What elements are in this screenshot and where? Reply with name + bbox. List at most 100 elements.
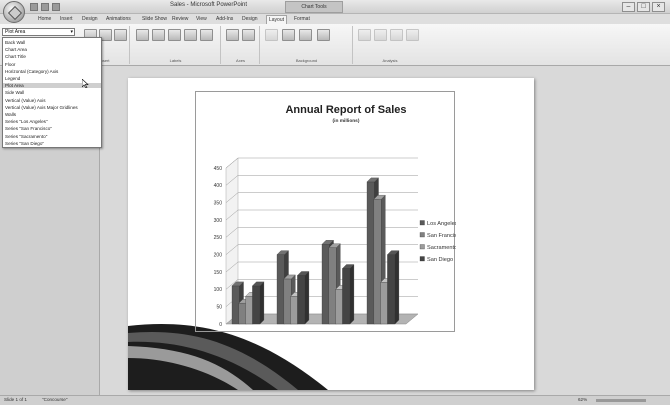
bar-front [276,254,285,325]
lines-icon[interactable] [374,29,387,41]
chart-element-list: Back Wall Chart Area Chart Title Floor Horiz… [2,37,102,148]
gridline [225,157,418,169]
bar-front [328,247,337,325]
tab-design[interactable]: Design [80,15,100,24]
tab-review[interactable]: Review [170,15,190,24]
group-label-labels: Labels [169,58,182,63]
bar-front [342,268,351,325]
chart-element-option[interactable]: Series "Sacramento" [5,134,47,139]
y-tick-label: 400 [214,183,223,189]
chart-tools-title: Chart Tools [285,1,343,13]
slide-counter: Slide 1 of 1 [4,397,27,402]
bar-front [297,275,306,325]
chart-element-option[interactable]: Floor [5,62,15,67]
tab-add-ins[interactable]: Add-Ins [214,15,235,24]
chart-element-option[interactable]: Series "Los Angeles" [5,119,48,124]
bar-side [349,264,355,325]
bar-front [387,254,396,325]
data-table-icon[interactable] [200,29,213,41]
chart-element-option[interactable]: Legend [5,76,20,81]
chart-object[interactable]: Annual Report of Sales (in millions) 0 50 10… [195,91,456,332]
legend-icon[interactable] [168,29,181,41]
error-bars-icon[interactable] [406,29,419,41]
chart-element-option[interactable]: Side Wall [5,90,24,95]
chart-element-value: Plot Area [5,29,26,35]
tab-animations[interactable]: Animations [104,15,133,24]
y-tick-label: 200 [214,252,223,258]
legend-swatch [419,232,425,238]
bar-front [252,285,261,325]
gridline [225,175,418,186]
y-tick-label: 450 [214,166,223,172]
redo-icon[interactable] [52,3,60,11]
group-label-analysis: Analysis [382,58,398,63]
bar-side [394,250,400,325]
text-box-icon[interactable] [114,29,127,41]
axis-titles-icon[interactable] [152,29,165,41]
chart-floor-icon[interactable] [299,29,312,41]
y-tick-label: 300 [214,218,223,224]
bar-front [366,181,375,325]
chart-element-option[interactable]: Series "San Diego" [5,141,44,146]
tab-layout[interactable]: Layout [266,15,288,24]
chart-element-option[interactable]: Chart Area [5,47,27,52]
y-tick-label: 50 [216,304,222,310]
data-labels-icon[interactable] [184,29,197,41]
legend-swatch [419,256,425,262]
chart-wall-icon[interactable] [282,29,295,41]
3d-rotation-icon[interactable] [317,29,330,41]
bar-front [231,285,240,325]
tab-view[interactable]: View [194,15,209,24]
legend-label: San Francisco [427,233,456,239]
undo-icon[interactable] [41,3,49,11]
tab-insert[interactable]: Insert [58,15,75,24]
ribbon-tab-bar: Home Insert Design Animations Slide Show… [0,14,670,24]
bar-side [304,271,310,325]
trendline-icon[interactable] [358,29,371,41]
gridlines-icon[interactable] [242,29,255,41]
tab-format[interactable]: Format [292,15,312,24]
chart-title-icon[interactable] [136,29,149,41]
bar-front [335,289,344,325]
minimize-icon[interactable]: – [622,2,635,12]
chart-element-option[interactable]: Vertical (Value) Axis Major Gridlines [5,105,78,110]
chart-element-option[interactable]: Back Wall [5,40,25,45]
plot-area-icon[interactable] [265,29,278,41]
office-button[interactable] [3,1,25,23]
sales-chart: Annual Report of Sales (in millions) 0 50 10… [214,104,456,328]
tab-chart-design[interactable]: Design [240,15,260,24]
maximize-icon[interactable]: □ [637,2,650,12]
save-icon[interactable] [30,3,38,11]
close-icon[interactable]: × [652,2,665,12]
gridline [225,227,418,238]
chart-element-option[interactable]: Horizontal (Category) Axis [5,69,58,74]
chart-element-option[interactable]: Walls [5,112,16,117]
chevron-down-icon[interactable]: ▾ [70,29,73,36]
chart-element-option[interactable]: Chart Title [5,54,26,59]
chart-element-option[interactable]: Vertical (Value) Axis [5,98,46,103]
bar-front [290,296,299,325]
y-tick-label: 0 [219,322,222,328]
bar-front [373,199,382,325]
bar-front [321,244,330,325]
chart-element-select[interactable]: Plot Area ▾ [2,28,75,36]
y-tick-label: 350 [214,200,223,206]
tab-slide-show[interactable]: Slide Show [140,15,169,24]
slide-canvas[interactable]: Annual Report of Sales (in millions) 0 50 10… [128,78,534,390]
chart-title: Annual Report of Sales [285,104,406,116]
bar-front [283,278,292,325]
bar-front [245,296,254,325]
mouse-pointer-icon [82,79,89,88]
legend-label: Sacramento [427,245,456,251]
tab-home[interactable]: Home [36,15,53,24]
legend-swatch [419,220,425,226]
bar-front [238,303,247,325]
y-tick-label: 250 [214,235,223,241]
chart-element-option[interactable]: Series "San Francisco" [5,126,52,131]
legend-swatch [419,244,425,250]
y-tick-label: 100 [214,287,223,293]
axes-icon[interactable] [226,29,239,41]
zoom-slider[interactable] [596,399,646,402]
up-down-bars-icon[interactable] [390,29,403,41]
ribbon-group-analysis: Analysis [354,26,426,64]
